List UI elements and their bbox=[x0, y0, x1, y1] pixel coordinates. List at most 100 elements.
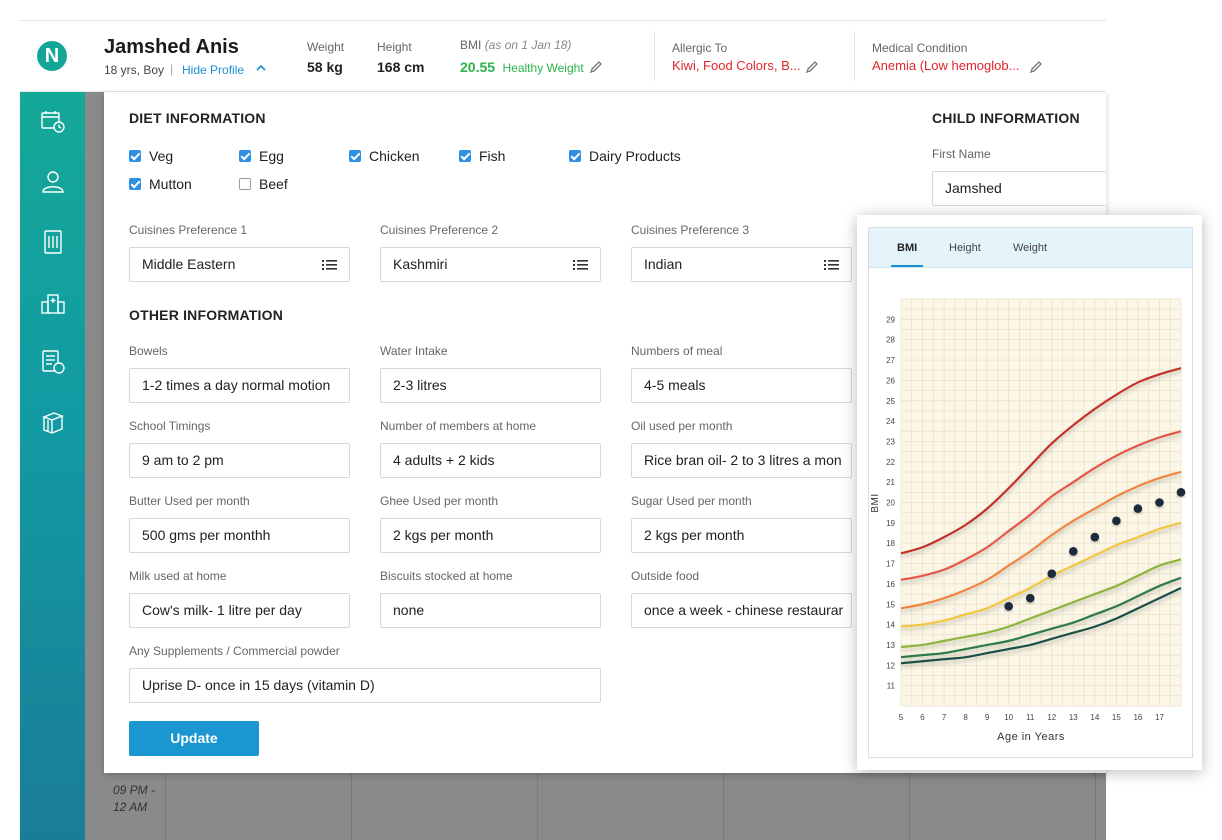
outside-food-label: Outside food bbox=[631, 569, 700, 583]
diet-option-fish[interactable]: Fish bbox=[459, 148, 505, 164]
checkbox[interactable] bbox=[459, 150, 471, 162]
hide-profile-link[interactable]: Hide Profile bbox=[182, 63, 244, 77]
weight-label: Weight bbox=[307, 40, 345, 54]
checkbox[interactable] bbox=[129, 150, 141, 162]
x-tick-label: 11 bbox=[1026, 713, 1035, 722]
tab-height[interactable]: Height bbox=[949, 242, 981, 254]
checkbox[interactable] bbox=[239, 178, 251, 190]
ghee-label: Ghee Used per month bbox=[380, 494, 499, 508]
x-tick-label: 14 bbox=[1090, 713, 1099, 722]
app-logo[interactable]: N bbox=[37, 41, 67, 71]
cuisine-3-select[interactable]: Indian bbox=[631, 247, 852, 282]
weight-value: 58 kg bbox=[307, 59, 343, 75]
growth-chart-popup: BMI Height Weight 11 12 13 14 15 16 17 18 19 20 21… bbox=[857, 215, 1202, 770]
time-slot-label: 09 PM - 12 AM bbox=[113, 783, 156, 814]
x-tick-label: 8 bbox=[963, 713, 968, 722]
meals-input[interactable]: 4-5 meals bbox=[631, 368, 852, 403]
y-tick-label: 15 bbox=[886, 600, 895, 609]
oil-input[interactable]: Rice bran oil- 2 to 3 litres a mon bbox=[631, 443, 852, 478]
supplements-input[interactable]: Uprise D- once in 15 days (vitamin D) bbox=[129, 668, 601, 703]
recipe-book-icon[interactable] bbox=[40, 229, 66, 255]
y-tick-label: 18 bbox=[886, 539, 895, 548]
bowels-input[interactable]: 1-2 times a day normal motion bbox=[129, 368, 350, 403]
x-tick-label: 6 bbox=[920, 713, 925, 722]
tab-bmi[interactable]: BMI bbox=[897, 242, 917, 254]
y-tick-label: 22 bbox=[886, 458, 895, 467]
supplements-label: Any Supplements / Commercial powder bbox=[129, 644, 340, 658]
first-name-input[interactable]: Jamshed bbox=[932, 171, 1106, 206]
patient-name: Jamshed Anis bbox=[104, 36, 239, 58]
diet-chart-icon[interactable] bbox=[40, 349, 66, 375]
diet-option-mutton[interactable]: Mutton bbox=[129, 176, 192, 192]
list-icon bbox=[824, 260, 839, 270]
patient-header: N Jamshed Anis 18 yrs, Boy | Hide Profil… bbox=[20, 20, 1106, 92]
cuisine-3-label: Cuisines Preference 3 bbox=[631, 223, 750, 237]
bmi-data-point bbox=[1004, 601, 1013, 611]
active-tab-indicator bbox=[891, 265, 923, 267]
sidebar bbox=[20, 91, 85, 840]
butter-input[interactable]: 500 gms per monthh bbox=[129, 518, 350, 553]
bmi-data-point bbox=[1112, 516, 1121, 526]
cuisine-1-select[interactable]: Middle Eastern bbox=[129, 247, 350, 282]
checkbox[interactable] bbox=[349, 150, 361, 162]
y-tick-label: 27 bbox=[886, 356, 895, 365]
first-name-label: First Name bbox=[932, 147, 991, 161]
x-tick-label: 7 bbox=[942, 713, 947, 722]
x-tick-label: 10 bbox=[1004, 713, 1013, 722]
diet-option-egg[interactable]: Egg bbox=[239, 148, 284, 164]
checkbox[interactable] bbox=[569, 150, 581, 162]
milk-input[interactable]: Cow's milk- 1 litre per day bbox=[129, 593, 350, 628]
sugar-label: Sugar Used per month bbox=[631, 494, 752, 508]
other-section-title: OTHER INFORMATION bbox=[129, 307, 284, 323]
hospital-icon[interactable] bbox=[40, 289, 66, 315]
diet-option-dairy[interactable]: Dairy Products bbox=[569, 148, 681, 164]
bmi-status: Healthy Weight bbox=[502, 61, 584, 75]
y-tick-label: 14 bbox=[886, 621, 895, 630]
bmi-data-point bbox=[1069, 547, 1078, 556]
medical-condition-label: Medical Condition bbox=[872, 41, 968, 55]
edit-allergy-pencil-icon[interactable] bbox=[805, 60, 819, 74]
x-tick-label: 16 bbox=[1133, 713, 1142, 722]
y-axis-label: BMI bbox=[870, 493, 881, 512]
books-icon[interactable] bbox=[40, 409, 66, 435]
y-tick-label: 16 bbox=[886, 580, 895, 589]
x-axis-ticks: 5 6 7 8 9 10 11 12 13 14 15 16 17 bbox=[899, 713, 1165, 722]
bmi-value: 20.55 bbox=[460, 59, 496, 75]
divider bbox=[654, 31, 655, 81]
checkbox[interactable] bbox=[129, 178, 141, 190]
user-icon[interactable] bbox=[40, 169, 66, 195]
bmi-data-point bbox=[1090, 532, 1100, 542]
cuisine-2-select[interactable]: Kashmiri bbox=[380, 247, 601, 282]
ghee-input[interactable]: 2 kgs per month bbox=[380, 518, 601, 553]
tab-weight[interactable]: Weight bbox=[1013, 242, 1047, 254]
edit-medical-pencil-icon[interactable] bbox=[1029, 60, 1043, 74]
milk-label: Milk used at home bbox=[129, 569, 227, 583]
bmi-data-point bbox=[1025, 593, 1035, 603]
y-tick-label: 23 bbox=[886, 437, 895, 446]
school-timings-input[interactable]: 9 am to 2 pm bbox=[129, 443, 350, 478]
sugar-input[interactable]: 2 kgs per month bbox=[631, 518, 852, 553]
x-axis-label: Age in Years bbox=[997, 731, 1065, 743]
bmi-growth-chart: 11 12 13 14 15 16 17 18 19 20 21 22 23 24 25 26 27 28 29 5… bbox=[870, 298, 1186, 743]
checkbox[interactable] bbox=[239, 150, 251, 162]
growth-chart-panel: BMI Height Weight 11 12 13 14 15 16 17 18 19 20 21… bbox=[868, 227, 1193, 758]
diet-option-veg[interactable]: Veg bbox=[129, 148, 173, 164]
water-intake-label: Water Intake bbox=[380, 344, 448, 358]
update-button[interactable]: Update bbox=[129, 721, 259, 756]
diet-option-beef[interactable]: Beef bbox=[239, 176, 288, 192]
diet-option-chicken[interactable]: Chicken bbox=[349, 148, 420, 164]
outside-food-input[interactable]: once a week - chinese restaurar bbox=[631, 593, 852, 628]
height-label: Height bbox=[377, 40, 412, 54]
chevron-up-icon[interactable] bbox=[254, 61, 268, 75]
medical-condition-value: Anemia (Low hemoglob... bbox=[872, 58, 1020, 73]
members-input[interactable]: 4 adults + 2 kids bbox=[380, 443, 601, 478]
diet-section-title: DIET INFORMATION bbox=[129, 110, 266, 126]
edit-bmi-pencil-icon[interactable] bbox=[589, 60, 603, 74]
biscuits-input[interactable]: none bbox=[380, 593, 601, 628]
y-tick-label: 13 bbox=[886, 641, 895, 650]
water-intake-input[interactable]: 2-3 litres bbox=[380, 368, 601, 403]
y-tick-label: 19 bbox=[886, 519, 895, 528]
y-tick-label: 21 bbox=[886, 478, 895, 487]
x-tick-label: 5 bbox=[899, 713, 904, 722]
calendar-clock-icon[interactable] bbox=[40, 109, 66, 135]
